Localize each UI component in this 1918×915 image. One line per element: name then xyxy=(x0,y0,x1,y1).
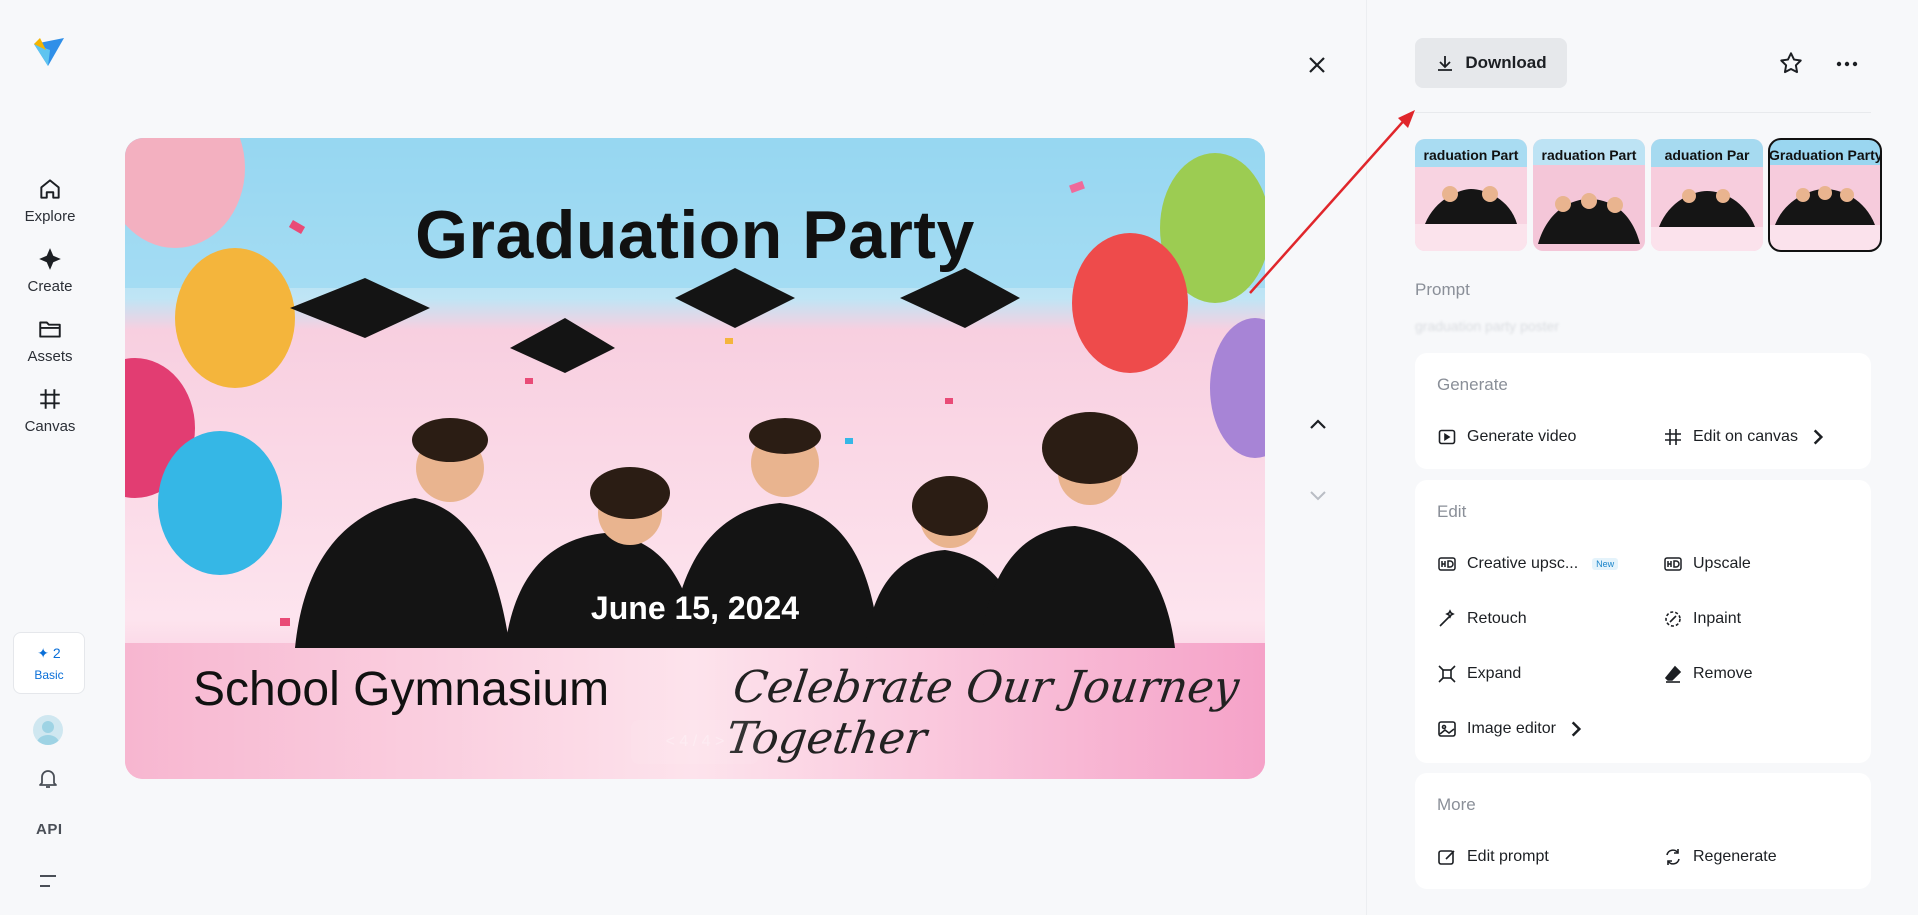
image-editor-icon xyxy=(1438,721,1456,737)
chevron-right-icon xyxy=(1571,721,1582,737)
poster-venue: School Gymnasium xyxy=(193,663,610,716)
sparkle-icon xyxy=(39,248,61,270)
image-editor-label: Image editor xyxy=(1467,720,1556,737)
image-pager[interactable]: < 4 / 4 > xyxy=(631,720,759,764)
grid-canvas-icon xyxy=(40,389,60,409)
sidebar-item-assets[interactable]: Assets xyxy=(0,316,100,365)
generate-video-label: Generate video xyxy=(1467,428,1577,445)
wand-icon xyxy=(1439,609,1455,627)
remove-button[interactable]: Remove xyxy=(1663,664,1753,684)
upscale-label: Upscale xyxy=(1693,555,1751,572)
home-icon xyxy=(40,179,60,199)
annotation-arrow-icon xyxy=(1249,110,1415,294)
inpaint-button[interactable]: Inpaint xyxy=(1663,609,1741,629)
upscale-button[interactable]: Upscale xyxy=(1663,554,1751,574)
regenerate-button[interactable]: Regenerate xyxy=(1663,847,1777,867)
thumbnail-3[interactable]: aduation Par xyxy=(1651,139,1763,251)
plan-card[interactable]: ✦ 2 Basic xyxy=(13,632,85,694)
creative-upscale-button[interactable]: Creative upsc... New xyxy=(1437,554,1619,574)
avatar-icon xyxy=(37,721,59,745)
edit-title: Edit xyxy=(1437,502,1467,521)
panel-divider xyxy=(1366,0,1367,915)
thumbnail-title: raduation Part xyxy=(1541,147,1637,163)
folder-icon xyxy=(39,321,61,338)
generate-title: Generate xyxy=(1437,375,1508,394)
bell-icon[interactable] xyxy=(36,766,60,790)
image-editor-button[interactable]: Image editor xyxy=(1437,719,1586,739)
sidebar-item-label: Assets xyxy=(27,348,73,365)
poster-date: June 15, 2024 xyxy=(590,590,800,626)
poster-title: Graduation Party xyxy=(415,197,975,273)
regenerate-icon xyxy=(1666,849,1680,865)
thumbnail-strip: raduation Part raduation Part aduation P… xyxy=(1415,138,1882,252)
more-card: More Edit prompt Regenerate xyxy=(1415,773,1871,889)
more-options-icon[interactable] xyxy=(1834,52,1860,76)
new-badge: New xyxy=(1592,558,1619,570)
thumbnail-2[interactable]: raduation Part xyxy=(1533,139,1645,251)
sidebar-item-label: Create xyxy=(27,278,73,295)
edit-on-canvas-label: Edit on canvas xyxy=(1693,428,1798,445)
plan-name: Basic xyxy=(34,667,64,682)
eraser-icon xyxy=(1664,665,1682,683)
api-link[interactable]: API xyxy=(36,821,63,838)
canvas-icon xyxy=(1665,429,1681,445)
generate-card: Generate Generate video Edit on canvas xyxy=(1415,353,1871,469)
thumbnail-4[interactable]: Graduation Party xyxy=(1768,138,1882,252)
regenerate-label: Regenerate xyxy=(1693,848,1777,865)
sidebar-item-canvas[interactable]: Canvas xyxy=(0,386,100,435)
inpaint-icon xyxy=(1665,611,1681,627)
logo-icon[interactable] xyxy=(32,36,66,70)
sidebar-item-label: Explore xyxy=(24,208,76,225)
retouch-button[interactable]: Retouch xyxy=(1437,609,1527,629)
chevron-right-icon xyxy=(1813,429,1824,445)
download-icon xyxy=(1438,56,1453,71)
left-sidebar: Explore Create Assets Canvas ✦ 2 Basic A… xyxy=(0,0,100,915)
expand-label: Expand xyxy=(1467,665,1522,682)
edit-prompt-button[interactable]: Edit prompt xyxy=(1437,847,1549,867)
edit-prompt-icon xyxy=(1438,850,1455,865)
hd-plus-icon xyxy=(1438,557,1456,571)
inpaint-label: Inpaint xyxy=(1693,610,1742,627)
poster-tagline: Celebrate Our Journey Together xyxy=(722,662,1243,764)
sidebar-item-label: Canvas xyxy=(24,418,76,435)
credits-count: ✦ 2 xyxy=(37,644,61,661)
edit-prompt-label: Edit prompt xyxy=(1467,848,1549,865)
more-title: More xyxy=(1437,795,1476,814)
creative-upscale-label: Creative upsc... xyxy=(1467,555,1579,572)
avatar[interactable] xyxy=(33,715,63,745)
expand-icon xyxy=(1438,665,1456,683)
menu-icon[interactable] xyxy=(38,872,58,890)
thumbnail-title: raduation Part xyxy=(1423,147,1519,163)
sidebar-item-create[interactable]: Create xyxy=(0,246,100,295)
header-divider xyxy=(1415,112,1871,113)
thumbnail-1[interactable]: raduation Part xyxy=(1415,139,1527,251)
download-label: Download xyxy=(1465,53,1547,72)
expand-button[interactable]: Expand xyxy=(1437,664,1521,684)
chevron-up-icon[interactable] xyxy=(1303,410,1333,440)
edit-on-canvas-button[interactable]: Edit on canvas xyxy=(1663,427,1828,447)
sidebar-item-explore[interactable]: Explore xyxy=(0,176,100,225)
prompt-text: graduation party poster xyxy=(1415,318,1559,334)
hd-icon xyxy=(1664,557,1682,571)
credits-value: 2 xyxy=(52,644,61,661)
generate-video-button[interactable]: Generate video xyxy=(1437,427,1576,447)
thumbnail-title: aduation Par xyxy=(1664,147,1750,163)
edit-card: Edit Creative upsc... New Upscale Retouc… xyxy=(1415,480,1871,763)
retouch-label: Retouch xyxy=(1467,610,1527,627)
chevron-down-icon[interactable] xyxy=(1303,480,1333,510)
thumbnail-title: Graduation Party xyxy=(1769,147,1881,163)
remove-label: Remove xyxy=(1693,665,1753,682)
main-image-preview: Graduation Party June 15, 2024 School Gy… xyxy=(125,138,1265,779)
download-button[interactable]: Download xyxy=(1415,38,1567,88)
play-square-icon xyxy=(1438,429,1456,445)
star-icon[interactable] xyxy=(1778,50,1804,76)
close-icon[interactable] xyxy=(1302,50,1332,80)
prompt-label: Prompt xyxy=(1415,280,1470,299)
